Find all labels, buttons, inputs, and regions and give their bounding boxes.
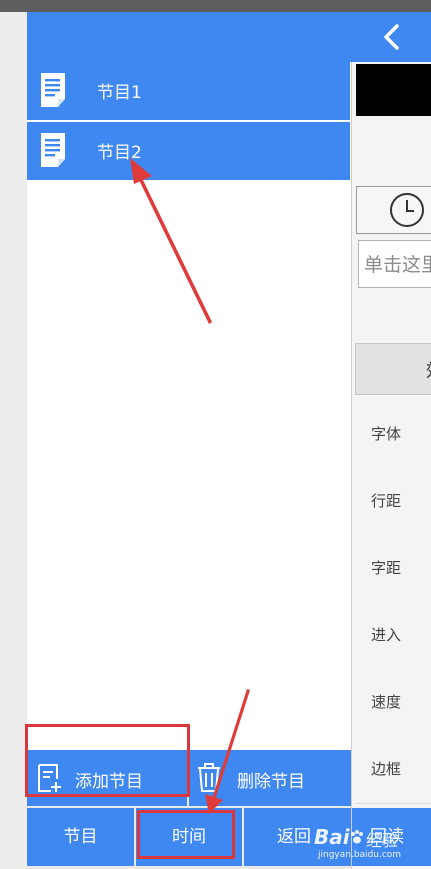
property-row-enter[interactable]: 进入	[355, 602, 431, 670]
top-bar	[27, 12, 431, 62]
left-gutter	[0, 12, 27, 869]
highlight-time-tab	[137, 810, 235, 859]
document-icon	[41, 73, 65, 107]
preview-screen	[356, 64, 431, 116]
back-button[interactable]	[375, 20, 409, 54]
text-content-input[interactable]: 单击这里	[358, 240, 431, 288]
chevron-left-icon	[384, 24, 399, 50]
property-row-font[interactable]: 字体	[355, 401, 431, 469]
property-label: 字体	[371, 425, 402, 443]
delete-program-button[interactable]: 删除节目	[189, 750, 351, 806]
time-settings-button[interactable]	[356, 186, 431, 234]
properties-header: 效	[355, 343, 431, 395]
tab-program[interactable]: 节目	[27, 808, 134, 866]
property-label: 速度	[371, 693, 402, 711]
document-icon	[41, 133, 65, 167]
property-label: 边框	[371, 760, 402, 778]
property-row-char-spacing[interactable]: 字距	[355, 535, 431, 603]
program-list: 节目1 节目2	[27, 62, 351, 750]
highlight-add-program	[25, 724, 190, 797]
property-row-speed[interactable]: 速度	[355, 669, 431, 737]
program-item-label: 节目2	[97, 143, 142, 163]
tab-program-label: 节目	[63, 827, 98, 847]
program-item-1[interactable]: 节目1	[27, 62, 350, 120]
property-label: 行距	[371, 492, 402, 510]
program-item-label: 节目1	[97, 83, 142, 103]
watermark-brand: Bai	[314, 825, 350, 849]
property-label: 进入	[371, 626, 402, 644]
paw-icon	[351, 830, 363, 844]
right-panel: 单击这里 效 字体 行距 字距 进入 速度 边框 回读	[351, 62, 431, 869]
properties-header-label: 效	[426, 357, 431, 383]
program-item-2[interactable]: 节目2	[27, 122, 350, 180]
property-row-line-spacing[interactable]: 行距	[355, 468, 431, 536]
watermark-suffix: 经验	[366, 831, 399, 850]
property-label: 字距	[371, 559, 402, 577]
tab-back-label: 返回	[277, 827, 311, 847]
delete-program-label: 删除节目	[237, 772, 305, 792]
property-row-border[interactable]: 边框	[355, 736, 431, 804]
status-bar	[0, 0, 431, 12]
trash-icon	[198, 763, 220, 792]
clock-icon	[390, 193, 424, 227]
watermark-url: jingyan.baidu.com	[318, 850, 402, 860]
